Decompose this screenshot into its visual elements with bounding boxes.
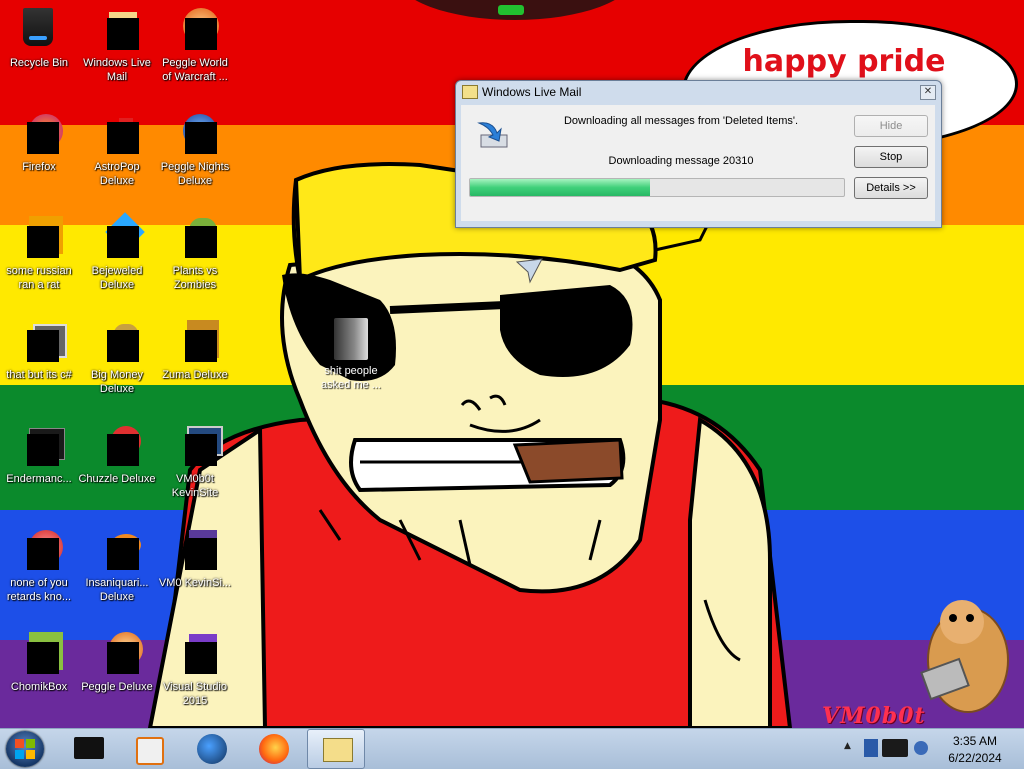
desktop-icon-chomikbox[interactable]: ChomikBox (0, 630, 78, 694)
monitor-icon (171, 422, 223, 470)
desktop-icon-peggle-wow[interactable]: Peggle World of Warcraft ... (156, 6, 234, 84)
folder-label: shit people asked me ... (321, 365, 381, 391)
hamster-icon (15, 630, 63, 678)
windows-live-mail-dialog[interactable]: Windows Live Mail ✕ Downloading all mess… (455, 80, 942, 228)
dialog-status: Downloading message 20310 (608, 155, 754, 167)
chuzzle-icon (93, 422, 141, 470)
desktop-icon-vm0b0t-kevinsite[interactable]: VM0b0t KevinSite (156, 422, 234, 500)
app-icon (171, 526, 219, 574)
media-player-icon (136, 737, 164, 765)
fish-icon (93, 526, 141, 574)
plant-icon (171, 214, 219, 262)
mail-app-icon (462, 85, 478, 99)
desktop-icon-firefox[interactable]: Firefox (0, 110, 78, 174)
stop-button[interactable]: Stop (854, 146, 928, 168)
peggle-icon (171, 6, 219, 54)
desktop-icon-some-russian[interactable]: some russian ran a rat (0, 214, 78, 292)
firefox-icon (15, 110, 63, 158)
taskbar-globe-browser[interactable] (182, 729, 240, 769)
taskbar-windows-live-mail[interactable] (307, 729, 365, 769)
app-icon (15, 214, 63, 262)
dialog-title: Windows Live Mail (482, 85, 582, 99)
game-icon (93, 110, 141, 158)
dialog-body: Downloading all messages from 'Deleted I… (461, 105, 935, 221)
download-mail-icon (477, 122, 508, 148)
globe-icon (197, 734, 227, 764)
firefox-icon (259, 734, 289, 764)
app-icon (15, 526, 63, 574)
stack-icon (15, 318, 67, 366)
desktop-icon-recycle-bin[interactable]: Recycle Bin (0, 6, 78, 70)
desktop-folder[interactable]: shit people asked me ... (320, 318, 382, 392)
clock-date[interactable]: 6/22/2024 (930, 751, 1020, 765)
desktop-icon-endermanc[interactable]: Endermanc... (0, 422, 78, 486)
peggle-icon (93, 630, 143, 678)
desktop-icon-zuma[interactable]: Zuma Deluxe (156, 318, 234, 382)
taskbar-monitor-app[interactable] (60, 729, 118, 769)
watermark-text: VM0b0t (822, 703, 926, 728)
close-button[interactable]: ✕ (920, 85, 936, 100)
desktop-icon-that-but-csharp[interactable]: that but its c# (0, 318, 78, 382)
recycle-bin-icon (15, 6, 63, 54)
desktop-icon-vm0-kevinsite[interactable]: VM0 KevinSi... (156, 526, 234, 590)
monitor-app-icon (74, 737, 104, 759)
dialog-message: Downloading all messages from 'Deleted I… (563, 115, 799, 127)
progress-fill (470, 179, 650, 196)
desktop-icon-plants-vs-zombies[interactable]: Plants vs Zombies (156, 214, 234, 292)
taskbar: ▲ 3:35 AM 6/22/2024 (0, 728, 1024, 769)
money-bag-icon (93, 318, 141, 366)
desktop-icon-big-money[interactable]: Big Money Deluxe (78, 318, 156, 396)
desktop-icon-windows-live-mail[interactable]: Windows Live Mail (78, 6, 156, 84)
dialog-titlebar[interactable]: Windows Live Mail ✕ (456, 81, 941, 103)
zuma-icon (171, 318, 219, 366)
mouse-cursor-icon (516, 258, 543, 284)
desktop-icon-none-of-you[interactable]: none of you retards kno... (0, 526, 78, 604)
details-button[interactable]: Details >> (854, 177, 928, 199)
desktop-icon-peggle-nights[interactable]: Peggle Nights Deluxe (156, 110, 234, 188)
gem-icon (93, 212, 145, 262)
desktop-icon-bejeweled[interactable]: Bejeweled Deluxe (78, 212, 156, 292)
show-hidden-icons-button[interactable]: ▲ (844, 741, 851, 751)
folder-icon (334, 318, 368, 360)
clock-time[interactable]: 3:35 AM (930, 734, 1020, 748)
desktop-icon-chuzzle[interactable]: Chuzzle Deluxe (78, 422, 156, 486)
desktop-icon-insaniquarium[interactable]: Insaniquari... Deluxe (78, 526, 156, 604)
terminal-icon (15, 422, 65, 470)
network-icon[interactable] (882, 739, 908, 757)
download-progress-bar (469, 178, 845, 197)
desktop-icon-astropop[interactable]: AstroPop Deluxe (78, 110, 156, 188)
desktop-icon-visual-studio[interactable]: Visual Studio 2015 (156, 630, 234, 708)
visual-studio-icon (171, 630, 219, 678)
peggle-icon (171, 110, 219, 158)
taskbar-firefox[interactable] (244, 729, 302, 769)
windows-logo-icon (15, 739, 35, 759)
desktop-icon-peggle-deluxe[interactable]: Peggle Deluxe (78, 630, 156, 694)
tray-app-icon[interactable] (864, 739, 878, 757)
volume-icon[interactable] (914, 741, 928, 755)
mail-icon (93, 6, 141, 54)
start-button[interactable] (6, 731, 44, 767)
hide-button[interactable]: Hide (854, 115, 928, 137)
mail-icon (323, 738, 353, 762)
taskbar-media-player[interactable] (120, 729, 178, 769)
